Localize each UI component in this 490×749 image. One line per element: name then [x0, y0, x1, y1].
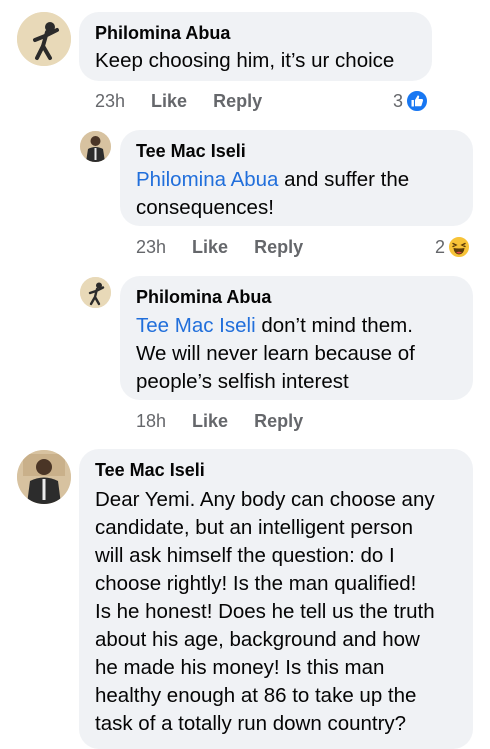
like-reaction-icon [406, 90, 429, 112]
avatar[interactable] [80, 277, 111, 308]
reaction-count: 3 [393, 91, 404, 111]
comment-text-line: will ask himself the question: do I [95, 544, 395, 567]
comment-bubble: Philomina Abua Keep choosing him, it’s u… [79, 12, 432, 81]
mention-link[interactable]: Philomina Abua [136, 168, 278, 191]
comment-text-part: don’t mind them. [255, 314, 413, 337]
avatar[interactable] [17, 12, 71, 66]
comment-text: Dear Yemi. Any body can choose any candi… [95, 486, 457, 738]
comment-meta: 23h Like Reply [95, 88, 262, 114]
comment-author[interactable]: Philomina Abua [136, 286, 457, 308]
haha-reaction-icon [448, 236, 471, 258]
avatar[interactable] [80, 131, 111, 162]
comment-timestamp[interactable]: 23h [136, 234, 166, 260]
comment-author[interactable]: Philomina Abua [95, 22, 416, 44]
comment-text-line: about his age, background and how [95, 628, 420, 651]
like-button[interactable]: Like [192, 234, 228, 260]
comment-author[interactable]: Tee Mac Iseli [136, 140, 457, 162]
comment-text-part: people’s selfish interest [136, 370, 349, 393]
comment-timestamp[interactable]: 18h [136, 408, 166, 434]
avatar-image [17, 450, 71, 504]
avatar-image [80, 131, 111, 162]
comment-text: Keep choosing him, it’s ur choice [95, 49, 395, 72]
mention-link[interactable]: Tee Mac Iseli [136, 314, 256, 337]
avatar-image [17, 12, 71, 66]
comment-timestamp[interactable]: 23h [95, 88, 125, 114]
reaction-count: 2 [435, 237, 446, 257]
comment-bubble: Tee Mac Iseli Dear Yemi. Any body can ch… [79, 449, 473, 749]
reaction-summary[interactable]: 3 [393, 88, 429, 114]
comment-text: Philomina Abua and suffer the consequenc… [136, 166, 457, 222]
comment-text-line: candidate, but an intelligent person [95, 516, 413, 539]
comment-text-line: Is he honest! Does he tell us the truth [95, 600, 435, 623]
comment-author[interactable]: Tee Mac Iseli [95, 459, 457, 481]
like-button[interactable]: Like [151, 88, 187, 114]
comment-text-line: he made his money! Is this man [95, 656, 385, 679]
comment-text-line: Dear Yemi. Any body can choose any [95, 488, 435, 511]
avatar-image [80, 277, 111, 308]
comment-meta: 18h Like Reply [136, 408, 303, 434]
comment-text-line: task of a totally run down country? [95, 712, 407, 735]
reaction-summary[interactable]: 2 [435, 234, 471, 260]
like-button[interactable]: Like [192, 408, 228, 434]
comment-text-part: consequences! [136, 196, 274, 219]
comment-bubble: Tee Mac Iseli Philomina Abua and suffer … [120, 130, 473, 226]
avatar[interactable] [17, 450, 71, 504]
reply-button[interactable]: Reply [213, 88, 262, 114]
reply-button[interactable]: Reply [254, 234, 303, 260]
comment-text-part: We will never learn because of [136, 342, 415, 365]
comment-text: Tee Mac Iseli don’t mind them. We will n… [136, 312, 457, 396]
comment-text-line: choose rightly! Is the man qualified! [95, 572, 417, 595]
reply-button[interactable]: Reply [254, 408, 303, 434]
comment-text-part: and suffer the [278, 168, 410, 191]
comment-bubble: Philomina Abua Tee Mac Iseli don’t mind … [120, 276, 473, 400]
comment-meta: 23h Like Reply [136, 234, 303, 260]
comment-text-line: healthy enough at 86 to take up the [95, 684, 417, 707]
